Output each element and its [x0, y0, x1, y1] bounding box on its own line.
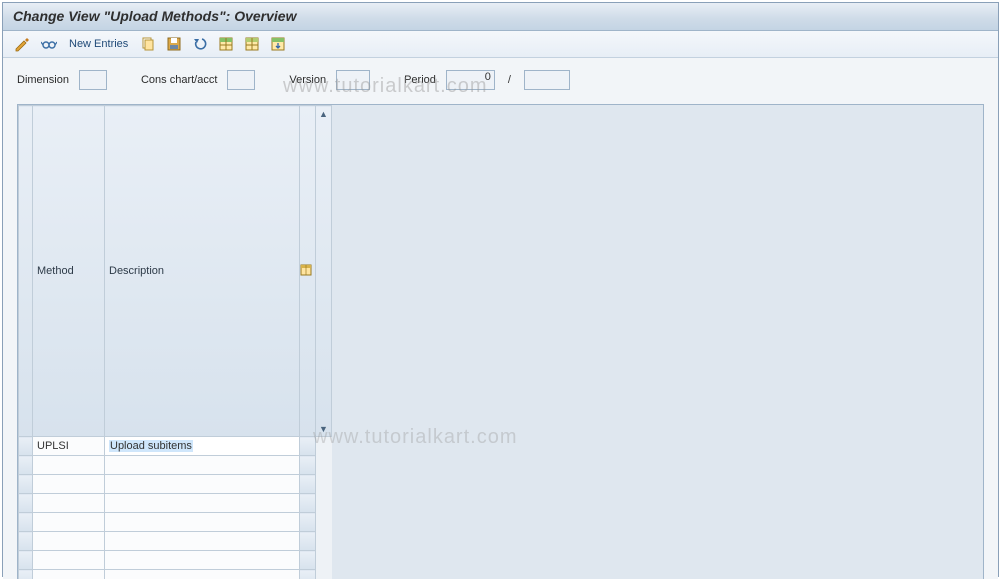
row-select-handle[interactable]	[19, 437, 33, 456]
cell-method[interactable]	[33, 475, 105, 494]
cell-method[interactable]	[33, 513, 105, 532]
row-select-handle[interactable]	[19, 475, 33, 494]
cons-chart-label: Cons chart/acct	[141, 74, 217, 86]
save-icon[interactable]	[164, 34, 184, 54]
row-select-handle[interactable]	[19, 456, 33, 475]
cell-tail	[300, 456, 316, 475]
pencil-glasses-icon[interactable]	[13, 34, 33, 54]
page-title: Change View "Upload Methods": Overview	[3, 3, 998, 31]
content-area: Method Description ▲ ▼ UPLSIUpload subit…	[3, 96, 998, 579]
cell-method[interactable]	[33, 532, 105, 551]
col-header-method[interactable]: Method	[33, 106, 105, 437]
period-label: Period	[404, 74, 436, 86]
cell-method[interactable]	[33, 551, 105, 570]
dimension-label: Dimension	[17, 74, 69, 86]
cell-description[interactable]	[105, 532, 300, 551]
cell-tail	[300, 475, 316, 494]
table-export-icon[interactable]	[268, 34, 288, 54]
grid-container: Method Description ▲ ▼ UPLSIUpload subit…	[17, 104, 984, 579]
cell-tail	[300, 513, 316, 532]
version-input[interactable]	[336, 70, 370, 90]
cell-method[interactable]	[33, 570, 105, 579]
row-select-header[interactable]	[19, 106, 33, 437]
copy-icon[interactable]	[138, 34, 158, 54]
scroll-up-arrow[interactable]: ▲	[316, 106, 331, 121]
new-entries-button[interactable]: New Entries	[65, 38, 132, 50]
period-input[interactable]: 0	[446, 70, 495, 90]
row-select-handle[interactable]	[19, 570, 33, 579]
cell-tail	[300, 532, 316, 551]
version-label: Version	[289, 74, 326, 86]
table-green-icon[interactable]	[216, 34, 236, 54]
cell-description[interactable]	[105, 513, 300, 532]
methods-table: Method Description ▲ ▼ UPLSIUpload subit…	[18, 105, 332, 579]
row-select-handle[interactable]	[19, 532, 33, 551]
dimension-input[interactable]	[79, 70, 107, 90]
table-yellow-icon[interactable]	[242, 34, 262, 54]
cell-tail	[300, 570, 316, 579]
col-header-description[interactable]: Description	[105, 106, 300, 437]
col-select-all-icon[interactable]	[300, 106, 316, 437]
cell-tail	[300, 437, 316, 456]
cell-method[interactable]	[33, 456, 105, 475]
cell-description[interactable]	[105, 570, 300, 579]
cell-description[interactable]: Upload subitems	[105, 437, 300, 456]
row-select-handle[interactable]	[19, 551, 33, 570]
cell-tail	[300, 494, 316, 513]
period-separator: /	[505, 74, 514, 86]
cell-description[interactable]	[105, 456, 300, 475]
row-select-handle[interactable]	[19, 494, 33, 513]
filter-bar: Dimension Cons chart/acct Version Period…	[3, 58, 998, 96]
scroll-down-arrow[interactable]: ▼	[316, 421, 331, 436]
cons-chart-input[interactable]	[227, 70, 255, 90]
cell-tail	[300, 551, 316, 570]
cell-description[interactable]	[105, 475, 300, 494]
main-toolbar: New Entries www.tutorialkart.com	[3, 31, 998, 58]
cell-description[interactable]	[105, 551, 300, 570]
cell-description[interactable]	[105, 494, 300, 513]
period-sub-input[interactable]	[524, 70, 570, 90]
cell-method[interactable]: UPLSI	[33, 437, 105, 456]
app-window: Change View "Upload Methods": Overview N…	[2, 2, 999, 577]
cell-method[interactable]	[33, 494, 105, 513]
row-select-handle[interactable]	[19, 513, 33, 532]
glasses-icon[interactable]	[39, 34, 59, 54]
undo-icon[interactable]	[190, 34, 210, 54]
